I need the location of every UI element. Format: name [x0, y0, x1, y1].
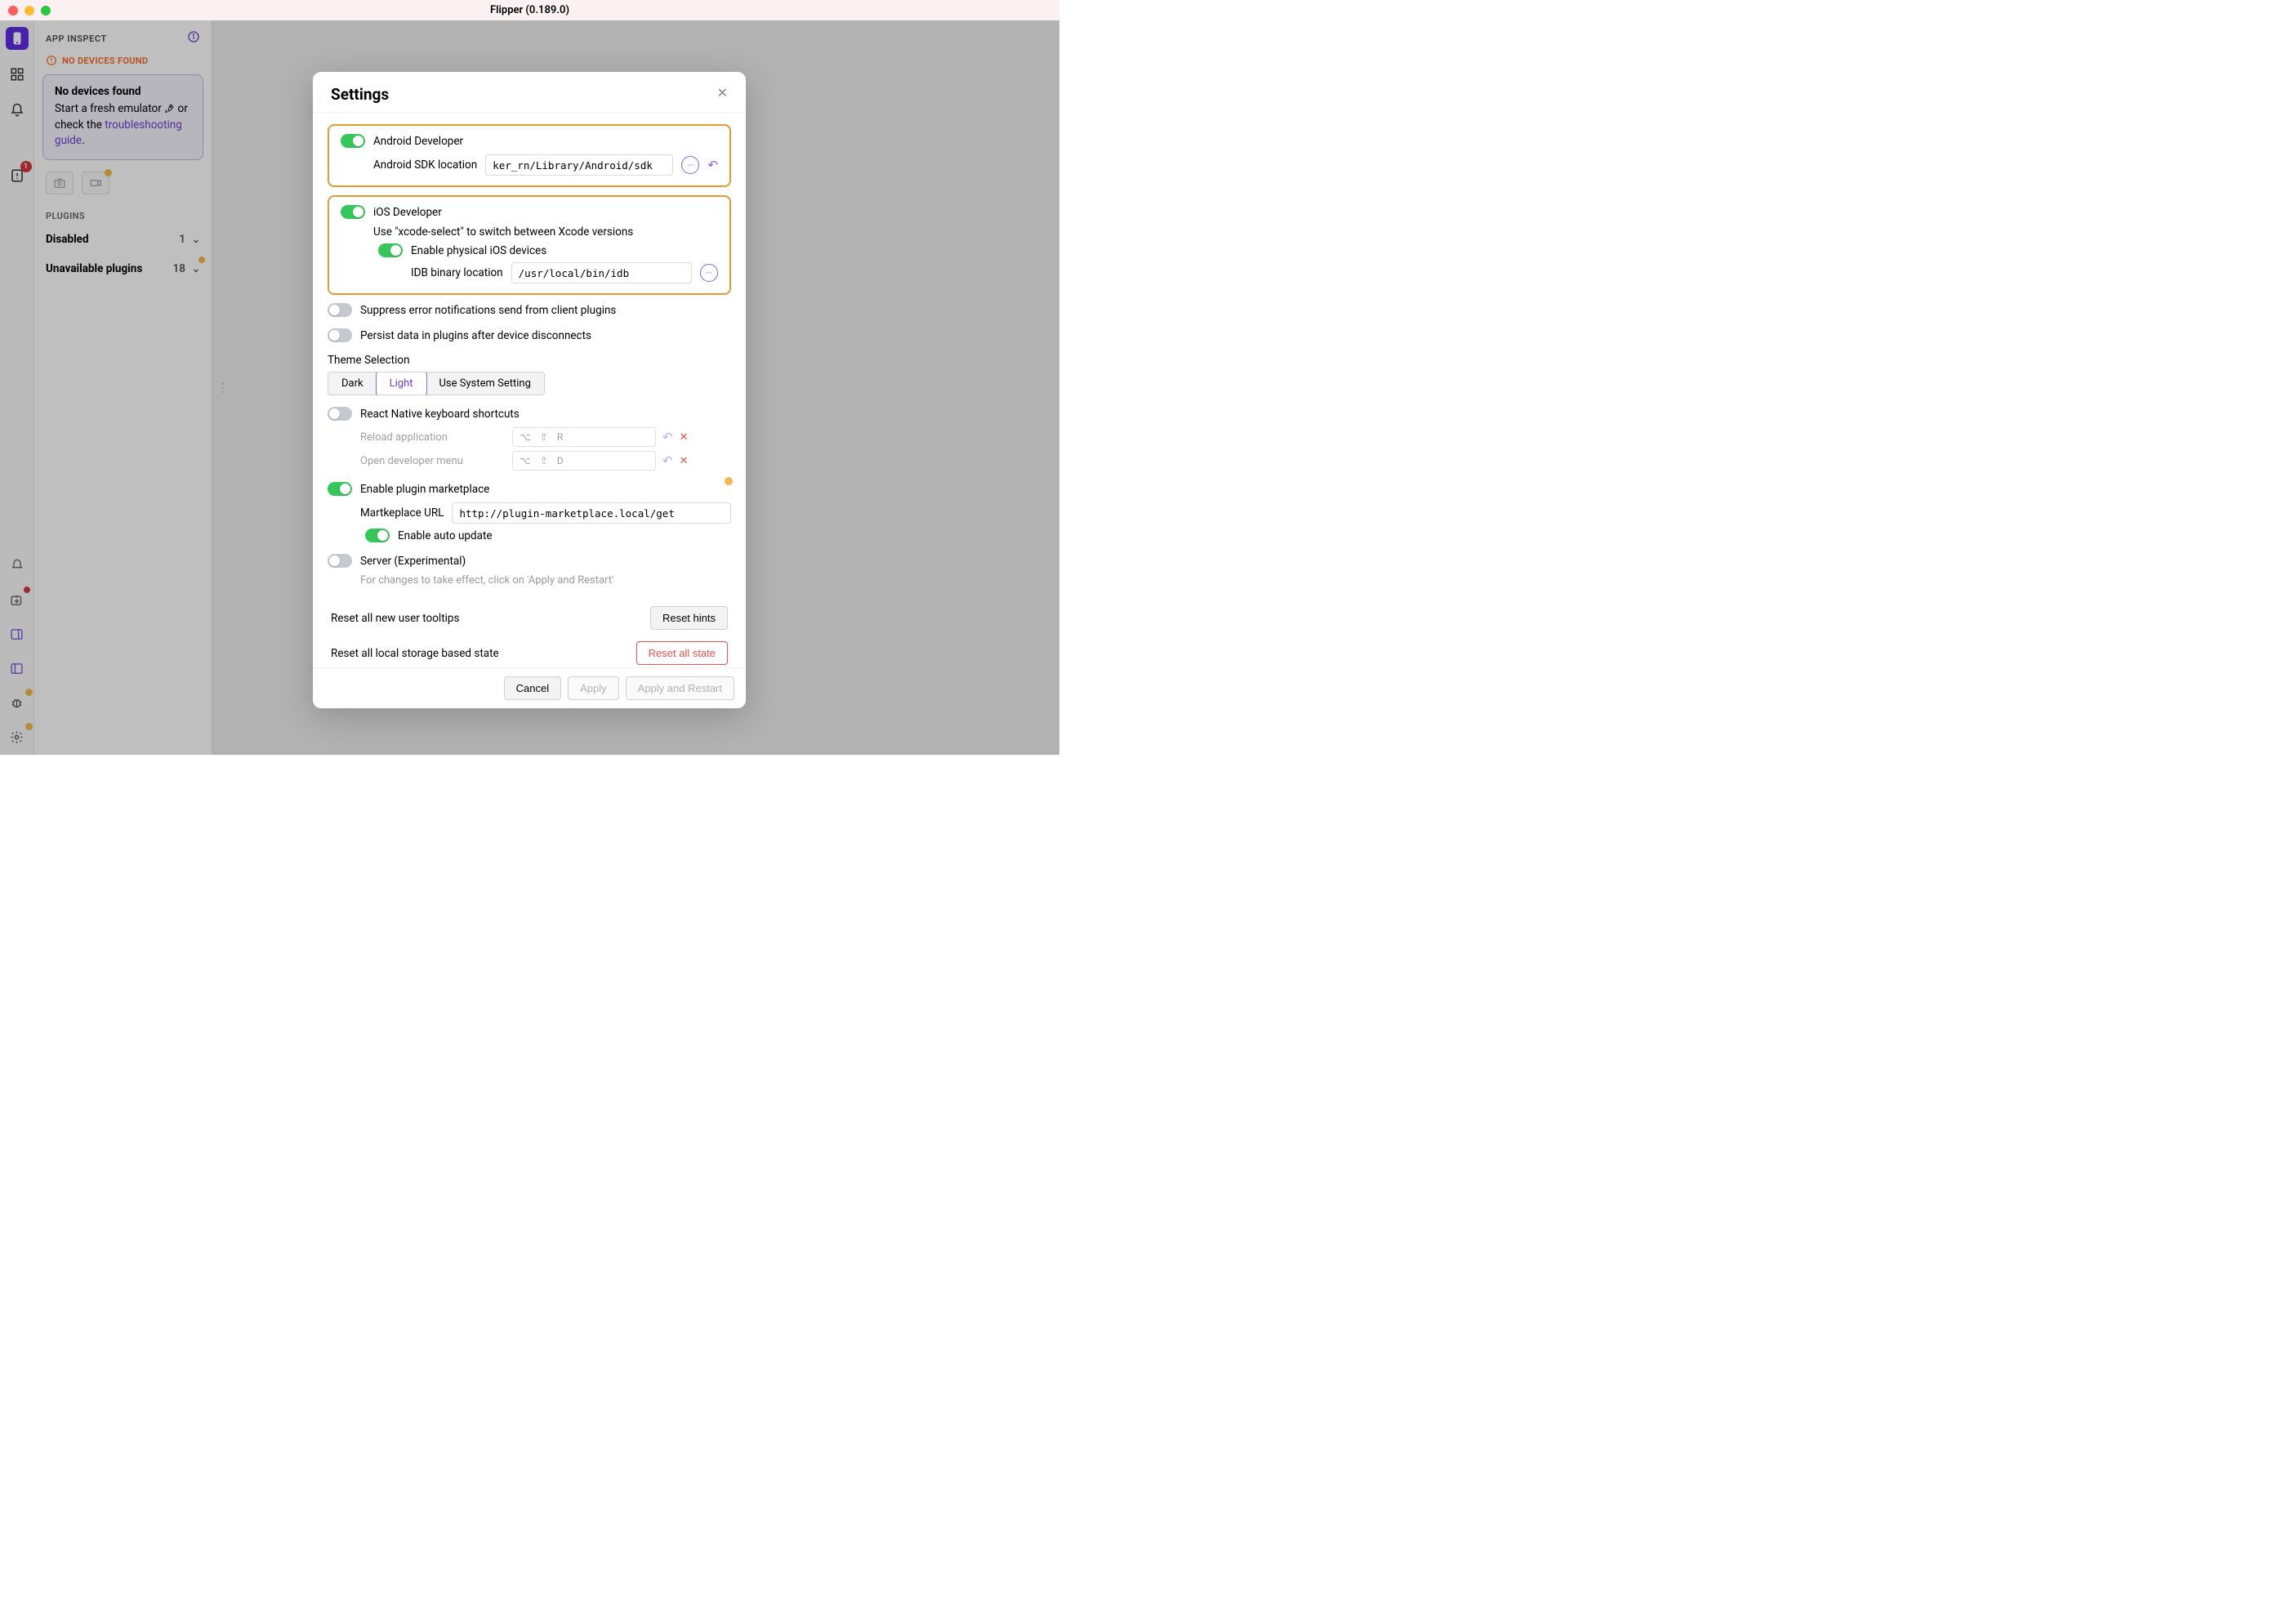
settings-modal: Settings ✕ Android Developer Android SDK… [313, 72, 746, 708]
suppress-errors-toggle[interactable] [328, 303, 352, 317]
marketplace-toggle[interactable] [328, 482, 352, 496]
android-developer-label: Android Developer [373, 135, 463, 148]
devmenu-shortcut[interactable]: ⌥ ⇧ D [512, 451, 656, 471]
rn-shortcuts-toggle[interactable] [328, 407, 352, 421]
undo-icon[interactable]: ↶ [707, 158, 718, 172]
reset-state-label: Reset all local storage based state [331, 647, 499, 660]
reset-hints-button[interactable]: Reset hints [650, 606, 728, 630]
xcode-hint: Use "xcode-select" to switch between Xco… [373, 225, 718, 239]
marketplace-label: Enable plugin marketplace [360, 483, 489, 496]
android-developer-toggle[interactable] [341, 134, 365, 148]
auto-update-label: Enable auto update [398, 529, 493, 542]
android-sdk-input[interactable] [485, 154, 673, 176]
marketplace-url-label: Martkeplace URL [360, 506, 444, 520]
ios-physical-toggle[interactable] [378, 243, 403, 257]
theme-system[interactable]: Use System Setting [426, 373, 544, 395]
theme-segment: Dark Light Use System Setting [328, 372, 545, 395]
undo-icon[interactable]: ↶ [662, 430, 673, 444]
marketplace-url-input[interactable] [452, 502, 731, 524]
theme-light[interactable]: Light [376, 372, 427, 395]
theme-label: Theme Selection [328, 354, 731, 367]
reset-tooltips-label: Reset all new user tooltips [331, 612, 459, 625]
server-toggle[interactable] [328, 554, 352, 568]
undo-icon[interactable]: ↶ [662, 453, 673, 468]
reset-state-button[interactable]: Reset all state [636, 641, 728, 665]
android-developer-section: Android Developer Android SDK location ·… [328, 124, 731, 187]
marketplace-alert-dot [725, 477, 733, 485]
ios-developer-label: iOS Developer [373, 206, 442, 219]
idb-label: IDB binary location [411, 266, 503, 279]
ios-physical-label: Enable physical iOS devices [411, 244, 546, 257]
persist-data-label: Persist data in plugins after device dis… [360, 329, 591, 342]
apply-button[interactable]: Apply [568, 676, 619, 700]
theme-dark[interactable]: Dark [328, 373, 377, 395]
suppress-errors-label: Suppress error notifications send from c… [360, 304, 616, 317]
modal-title: Settings [331, 85, 389, 104]
idb-input[interactable] [511, 262, 692, 283]
apply-restart-button[interactable]: Apply and Restart [626, 676, 734, 700]
devmenu-label: Open developer menu [360, 455, 506, 467]
titlebar: Flipper (0.189.0) [0, 0, 1059, 20]
rn-shortcuts-label: React Native keyboard shortcuts [360, 408, 520, 421]
server-hint: For changes to take effect, click on 'Ap… [360, 574, 731, 587]
browse-icon[interactable]: ··· [700, 264, 718, 282]
clear-icon[interactable]: ✕ [680, 431, 689, 444]
window-title: Flipper (0.189.0) [0, 4, 1059, 16]
persist-data-toggle[interactable] [328, 328, 352, 342]
clear-icon[interactable]: ✕ [680, 455, 689, 467]
server-label: Server (Experimental) [360, 555, 466, 568]
auto-update-toggle[interactable] [365, 529, 390, 542]
reload-label: Reload application [360, 431, 506, 444]
android-sdk-label: Android SDK location [373, 158, 477, 172]
ios-developer-section: iOS Developer Use "xcode-select" to swit… [328, 195, 731, 295]
reload-shortcut[interactable]: ⌥ ⇧ R [512, 427, 656, 447]
close-icon[interactable]: ✕ [717, 85, 728, 100]
browse-icon[interactable]: ··· [681, 156, 699, 174]
ios-developer-toggle[interactable] [341, 205, 365, 219]
cancel-button[interactable]: Cancel [504, 676, 561, 700]
